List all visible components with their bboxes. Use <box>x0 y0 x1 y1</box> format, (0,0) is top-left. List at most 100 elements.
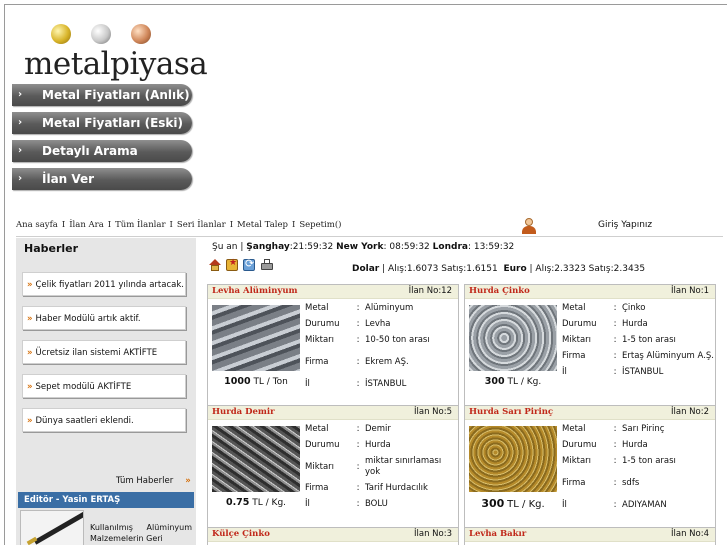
listing-number: İlan No:3 <box>414 529 452 539</box>
login-link[interactable]: Giriş Yapınız <box>598 220 652 230</box>
field-state: Hurda <box>622 440 648 450</box>
listing-number: İlan No:5 <box>414 407 452 417</box>
arrow-icon: › <box>18 117 23 128</box>
link-series-listings[interactable]: Seri İlanlar <box>177 220 226 230</box>
bullet-icon: » <box>27 416 33 426</box>
listing-title[interactable]: Levha Bakır <box>469 529 526 539</box>
listing-card[interactable]: Levha Alüminyum İlan No:12 1000 TL / Ton… <box>207 284 459 408</box>
left-sidebar: Haberler » Çelik fiyatları 2011 yılında a… <box>16 238 196 545</box>
card-header: Levha Bakır İlan No:4 <box>465 528 715 542</box>
listing-card[interactable]: Hurda Demir İlan No:5 0.75 TL / Kg. Meta… <box>207 405 459 529</box>
listing-title[interactable]: Hurda Çinko <box>469 286 530 296</box>
link-search-listings[interactable]: İlan Ara <box>69 220 104 230</box>
field-firm: Tarif Hurdacılık <box>365 483 428 493</box>
editor-title: Editör - Yasin ERTAŞ <box>18 492 194 508</box>
card-header: Hurda Çinko İlan No:1 <box>465 285 715 299</box>
editor-image <box>20 510 84 545</box>
listing-price: 300 TL / Kg. <box>481 497 545 510</box>
listing-number: İlan No:12 <box>408 286 452 296</box>
user-icon <box>522 218 536 234</box>
listing-card[interactable]: Levha Bakır İlan No:4 <box>464 527 716 545</box>
listing-image[interactable] <box>212 426 300 492</box>
nav-detailed-search[interactable]: › Detaylı Arama <box>12 140 192 162</box>
listing-card[interactable]: Hurda Sarı Pirinç İlan No:2 300 TL / Kg.… <box>464 405 716 529</box>
news-item[interactable]: » Haber Modülü artık aktif. <box>22 306 186 330</box>
all-news-link[interactable]: Tüm Haberler» <box>116 476 191 486</box>
listing-fields: Metal: Demir Durumu: Hurda Miktarı: miktar … <box>305 422 457 510</box>
field-amount: miktar sınırlaması yok <box>365 456 442 477</box>
home-icon[interactable] <box>209 259 221 271</box>
editor-text[interactable]: Kullanılmış Alüminyum Malzemelerin Geri <box>90 522 192 544</box>
listing-fields: Metal: Alüminyum Durumu: Levha Miktarı:10-… <box>305 301 457 390</box>
world-clocks: Şu an | Şanghay:21:59:32 New York: 08:59… <box>212 242 515 252</box>
listing-image[interactable] <box>469 426 557 492</box>
logo-text: metalpiyasa <box>24 46 208 82</box>
arrow-icon: › <box>18 145 23 156</box>
field-firm: sdfs <box>622 478 640 488</box>
arrow-icon: › <box>18 173 23 184</box>
listing-number: İlan No:4 <box>671 529 709 539</box>
favorites-icon[interactable] <box>226 258 238 271</box>
news-title: Haberler <box>24 242 79 255</box>
bullet-icon: » <box>27 348 33 358</box>
field-state: Hurda <box>365 440 391 450</box>
arrow-icon: › <box>18 89 23 100</box>
news-item[interactable]: » Dünya saatleri eklendi. <box>22 408 186 432</box>
listing-image[interactable] <box>212 305 300 371</box>
field-city: ADIYAMAN <box>622 500 667 510</box>
listing-title[interactable]: Hurda Demir <box>212 407 275 417</box>
listing-card[interactable]: Hurda Çinko İlan No:1 300 TL / Kg. Metal… <box>464 284 716 408</box>
field-amount: 1-5 ton arası <box>622 335 676 345</box>
exchange-rates: Dolar | Alış:1.6073 Satış:1.6151 Euro | … <box>352 264 646 274</box>
refresh-icon[interactable] <box>243 257 255 271</box>
divider <box>16 236 723 237</box>
listing-number: İlan No:2 <box>671 407 709 417</box>
card-header: Hurda Demir İlan No:5 <box>208 406 458 420</box>
link-metal-request[interactable]: Metal Talep <box>237 220 288 230</box>
news-item[interactable]: » Sepet modülü AKTİFTE <box>22 374 186 398</box>
listing-fields: Metal: Çinko Durumu: Hurda Miktarı:1-5 ton… <box>562 303 714 377</box>
news-item[interactable]: » Çelik fiyatları 2011 yılında artacak. <box>22 272 186 296</box>
site-logo[interactable]: metalpiyasa <box>18 18 208 88</box>
field-city: İSTANBUL <box>622 367 664 377</box>
card-header: Külçe Çinko İlan No:3 <box>208 528 458 542</box>
field-metal: Demir <box>365 424 391 434</box>
field-state: Hurda <box>622 319 648 329</box>
main-nav: › Metal Fiyatları (Anlık) › Metal Fiyatlar… <box>12 84 192 196</box>
listing-title[interactable]: Levha Alüminyum <box>212 286 298 296</box>
field-city: BOLU <box>365 499 388 509</box>
listing-price: 1000 TL / Ton <box>224 376 288 387</box>
field-amount: 10-50 ton arası <box>365 335 430 345</box>
field-metal: Çinko <box>622 303 646 313</box>
listing-card[interactable]: Külçe Çinko İlan No:3 <box>207 527 459 545</box>
bullet-icon: » <box>27 314 33 324</box>
listing-title[interactable]: Hurda Sarı Pirinç <box>469 407 553 417</box>
listing-title[interactable]: Külçe Çinko <box>212 529 270 539</box>
listing-fields: Metal: Sarı Pirinç Durumu: Hurda Miktarı:1… <box>562 422 714 511</box>
listing-number: İlan No:1 <box>671 286 709 296</box>
nav-metal-prices-live[interactable]: › Metal Fiyatları (Anlık) <box>12 84 192 106</box>
silver-coin-icon <box>91 24 111 44</box>
bullet-icon: » <box>27 382 33 392</box>
field-metal: Alüminyum <box>365 303 414 313</box>
field-firm: Ekrem AŞ. <box>365 357 409 367</box>
bronze-coin-icon <box>131 24 151 44</box>
link-cart[interactable]: Sepetim() <box>299 220 341 230</box>
field-city: İSTANBUL <box>365 379 407 389</box>
link-home[interactable]: Ana sayfa <box>16 220 58 230</box>
nav-post-listing[interactable]: › İlan Ver <box>12 168 192 190</box>
listing-image[interactable] <box>469 305 557 371</box>
field-state: Levha <box>365 319 391 329</box>
listing-price: 300 TL / Kg. <box>484 376 542 387</box>
field-amount: 1-5 ton arası <box>622 456 676 466</box>
print-icon[interactable] <box>261 259 273 271</box>
nav-metal-prices-old[interactable]: › Metal Fiyatları (Eski) <box>12 112 192 134</box>
card-header: Hurda Sarı Pirinç İlan No:2 <box>465 406 715 420</box>
gold-coin-icon <box>51 24 71 44</box>
listing-price: 0.75 TL / Kg. <box>225 497 287 508</box>
news-item[interactable]: » Ücretsiz ilan sistemi AKTİFTE <box>22 340 186 364</box>
field-metal: Sarı Pirinç <box>622 424 665 434</box>
bullet-icon: » <box>185 476 191 486</box>
link-all-listings[interactable]: Tüm İlanlar <box>115 220 165 230</box>
bullet-icon: » <box>27 280 33 290</box>
